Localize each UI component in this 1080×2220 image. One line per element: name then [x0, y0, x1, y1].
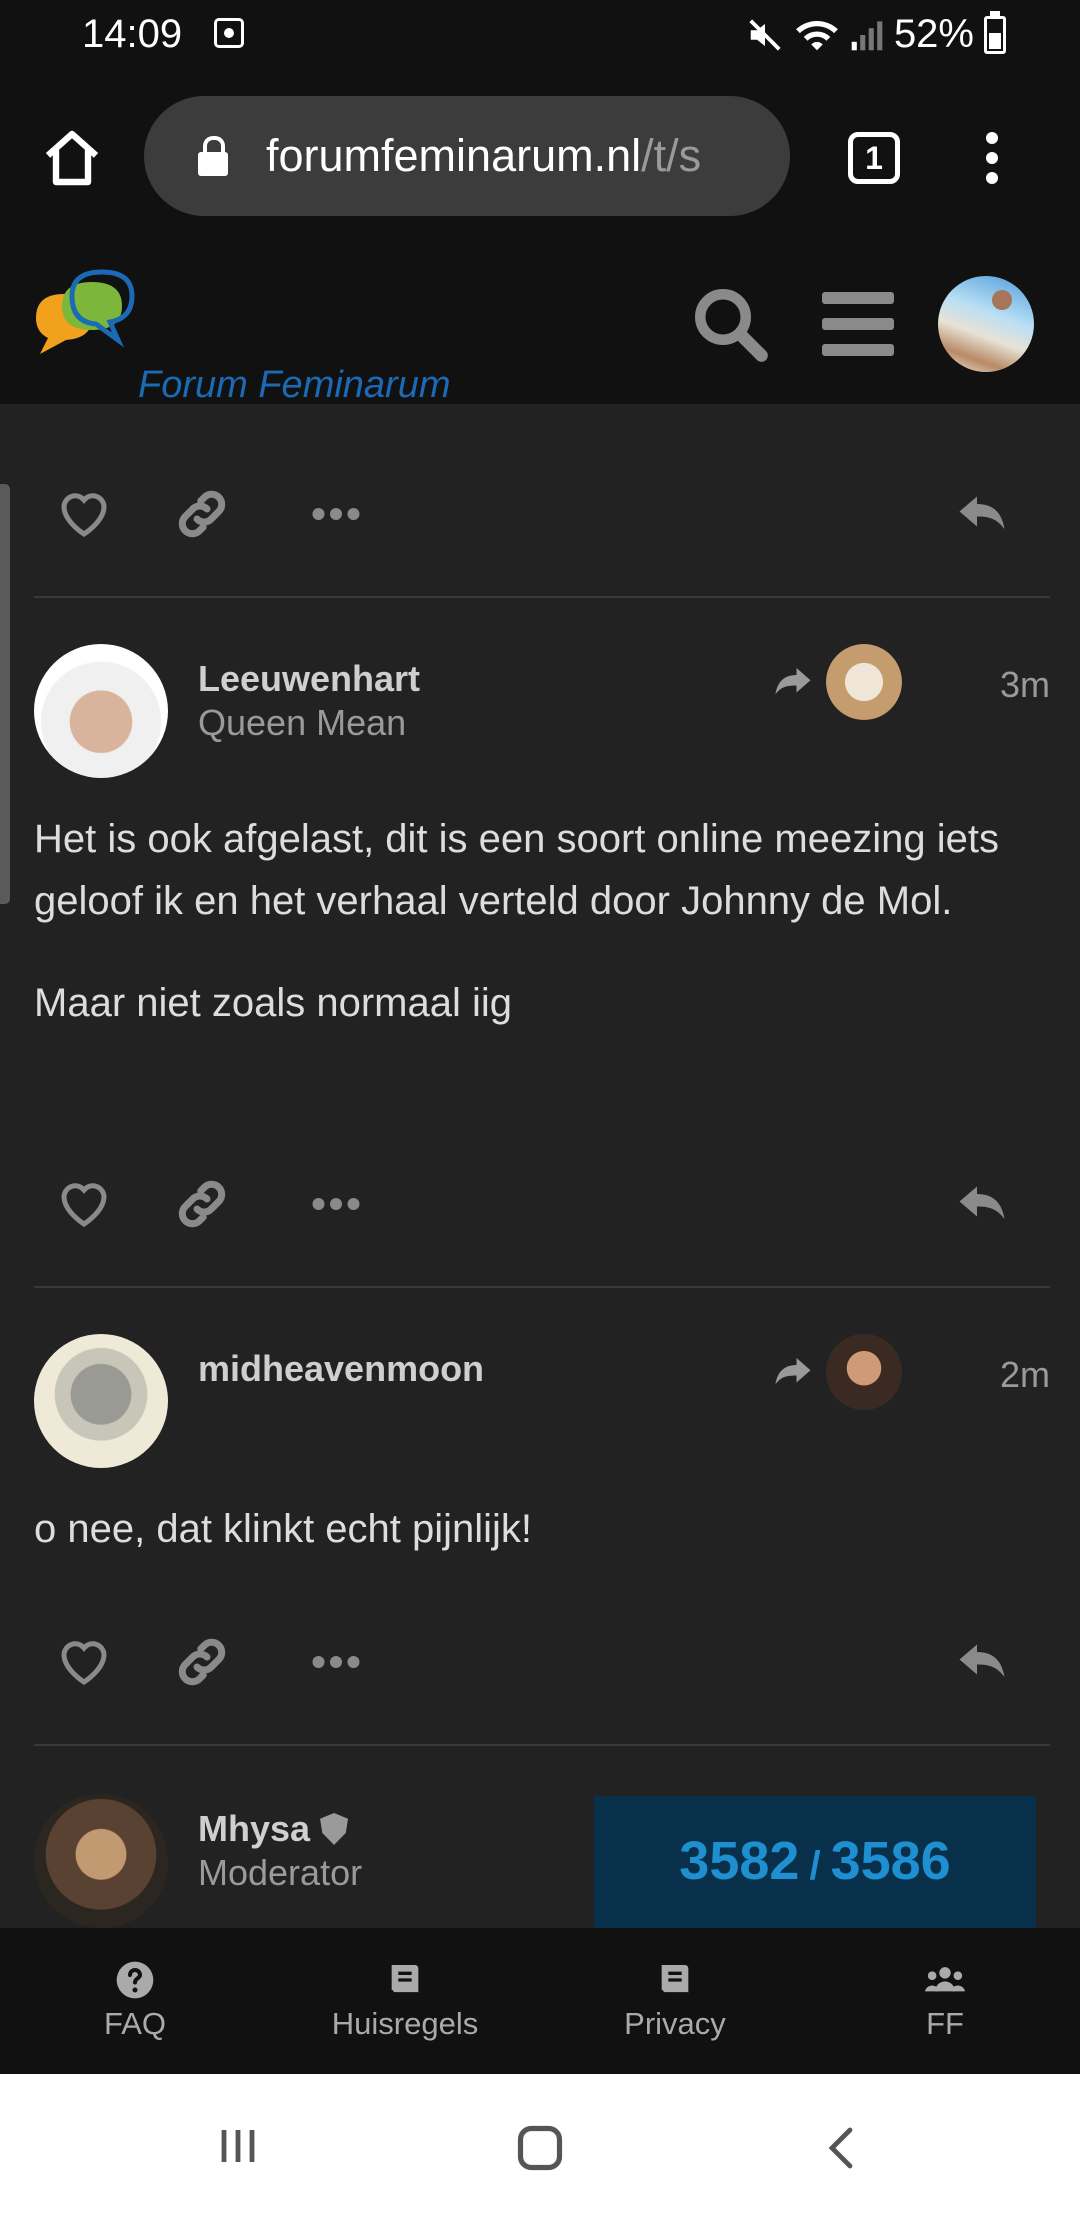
- back-icon[interactable]: [818, 2122, 866, 2174]
- post: Leeuwenhart Queen Mean 3m Het is ook afg…: [34, 644, 1050, 1084]
- user-title: Queen Mean: [198, 702, 407, 743]
- speech-bubbles-logo-icon: [36, 269, 135, 354]
- share-arrow-icon: [775, 668, 811, 695]
- browser-menu-icon[interactable]: [984, 132, 1000, 192]
- reply-icon[interactable]: [952, 1174, 1012, 1234]
- post-paragraph: Het is ook afgelast, dit is een soort on…: [34, 817, 999, 923]
- post-paragraph: o nee, dat klinkt echt pijnlijk!: [34, 1507, 533, 1551]
- footer-nav-label: Huisregels: [331, 2006, 479, 2041]
- question-circle-icon: [116, 1961, 154, 1999]
- book-icon: [660, 1965, 689, 1995]
- link-icon[interactable]: [172, 1632, 232, 1692]
- book-icon: [390, 1965, 419, 1995]
- post-username[interactable]: midheavenmoon: [198, 1348, 484, 1390]
- site-header: Forum Feminarum: [0, 242, 1080, 406]
- url-domain: forumfeminarum.nl: [266, 130, 642, 181]
- battery-icon: [984, 10, 1006, 54]
- heart-icon[interactable]: [54, 484, 114, 544]
- avatar[interactable]: [34, 644, 168, 778]
- site-logo[interactable]: Forum Feminarum: [28, 266, 451, 406]
- post-time[interactable]: 2m: [1000, 1354, 1050, 1396]
- footer-nav-faq[interactable]: FAQ: [0, 1928, 270, 2074]
- post-body: o nee, dat klinkt echt pijnlijk!: [34, 1498, 1050, 1600]
- battery-percentage: 52%: [893, 12, 974, 56]
- footer-nav-label: FAQ: [103, 2006, 166, 2041]
- search-icon[interactable]: [688, 282, 772, 366]
- post-paragraph: Maar niet zoals normaal iig: [34, 981, 512, 1025]
- reply-to-tab[interactable]: [772, 1334, 902, 1410]
- browser-toolbar: forumfeminarum.nl/t/s 1: [0, 72, 1080, 242]
- heart-icon[interactable]: [54, 1174, 114, 1234]
- url-path: /t/s: [641, 130, 702, 181]
- post-divider: [34, 1744, 1050, 1746]
- more-options-icon[interactable]: [306, 1632, 366, 1692]
- footer-nav-label: FF: [926, 2006, 964, 2041]
- footer-nav-huisregels[interactable]: Huisregels: [270, 1928, 540, 2074]
- post-actions: [34, 1154, 1050, 1254]
- topic-progress[interactable]: 3582/3586: [594, 1796, 1036, 1928]
- post-time[interactable]: 3m: [1000, 664, 1050, 706]
- footer-nav: FAQ Huisregels Privacy FF: [0, 1928, 1080, 2074]
- share-arrow-icon: [775, 1358, 811, 1385]
- status-icons: 52%: [746, 10, 1006, 57]
- post-username[interactable]: Leeuwenhart: [198, 658, 420, 700]
- calendar-notification-icon: [214, 18, 244, 48]
- post-username-text: Mhysa: [198, 1808, 311, 1849]
- post-divider: [34, 1286, 1050, 1288]
- moderator-shield-icon: [320, 1813, 349, 1845]
- reply-to-tab[interactable]: [772, 644, 902, 720]
- post-divider: [34, 596, 1050, 598]
- users-icon: [925, 1967, 965, 1992]
- progress-total: 3586: [830, 1831, 951, 1891]
- more-options-icon[interactable]: [306, 1174, 366, 1234]
- reply-icon[interactable]: [952, 484, 1012, 544]
- heart-icon[interactable]: [54, 1632, 114, 1692]
- hamburger-menu-icon[interactable]: [822, 292, 894, 356]
- status-time: 14:09: [82, 12, 183, 56]
- link-icon[interactable]: [172, 1174, 232, 1234]
- reply-to-avatar: [826, 644, 902, 720]
- link-icon[interactable]: [172, 484, 232, 544]
- footer-nav-ff[interactable]: FF: [810, 1928, 1080, 2074]
- tab-switcher-button[interactable]: 1: [848, 132, 900, 184]
- reply-to-avatar: [826, 1334, 902, 1410]
- topic-posts: Leeuwenhart Queen Mean 3m Het is ook afg…: [0, 404, 1080, 1928]
- current-user-avatar[interactable]: [938, 276, 1034, 372]
- reply-icon[interactable]: [952, 1632, 1012, 1692]
- home-icon[interactable]: [40, 126, 104, 190]
- footer-nav-privacy[interactable]: Privacy: [540, 1928, 810, 2074]
- user-title: Moderator: [198, 1852, 363, 1893]
- post-body: Het is ook afgelast, dit is een soort on…: [34, 808, 1050, 1074]
- status-bar: 14:09 52%: [0, 0, 1080, 72]
- home-nav-icon[interactable]: [514, 2122, 566, 2174]
- avatar[interactable]: [34, 1334, 168, 1468]
- scroll-indicator[interactable]: [0, 484, 10, 904]
- progress-separator: /: [809, 1844, 821, 1888]
- system-navigation-bar: [0, 2074, 1080, 2220]
- footer-nav-label: Privacy: [624, 2006, 726, 2041]
- progress-current: 3582: [679, 1831, 800, 1891]
- avatar[interactable]: [34, 1794, 168, 1928]
- post-actions: [34, 1612, 1050, 1712]
- post-username[interactable]: Mhysa: [198, 1808, 349, 1850]
- more-options-icon[interactable]: [306, 484, 366, 544]
- post-actions: [34, 464, 1050, 564]
- mute-icon: [749, 18, 781, 51]
- lock-icon: [198, 136, 228, 176]
- address-bar[interactable]: forumfeminarum.nl/t/s: [144, 96, 790, 216]
- post: midheavenmoon 2m o nee, dat klinkt echt …: [34, 1334, 1050, 1554]
- signal-icon: [851, 20, 883, 50]
- recent-apps-icon[interactable]: [214, 2122, 262, 2170]
- site-logo-text: Forum Feminarum: [138, 364, 451, 406]
- wifi-icon: [796, 20, 838, 50]
